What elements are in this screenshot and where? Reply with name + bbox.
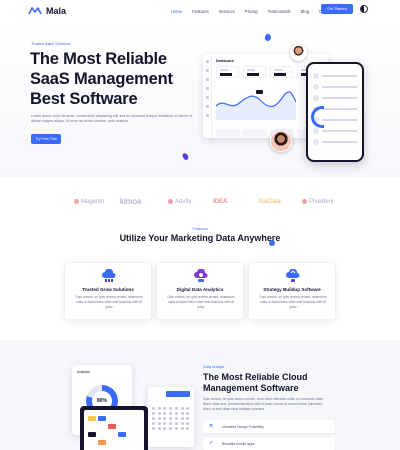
nav-item-testimonials[interactable]: Testimonials: [268, 9, 291, 14]
mockup-button: [166, 391, 190, 397]
feature-card-desc: Duis cursus, mi quis viverra ornare, ana…: [167, 295, 235, 309]
top-nav: Mala Home Features Services Pricing Test…: [0, 0, 400, 22]
feature-card: Trusted Grow Solutions Duis cursus, mi q…: [64, 262, 152, 320]
nav-item-home[interactable]: Home: [171, 9, 182, 14]
line-chart-graphic: [216, 90, 296, 120]
brand-logo: Magento: [74, 199, 104, 205]
brand-logo: IDEA: [213, 199, 228, 205]
dashboard-title: Dashboard: [216, 59, 234, 63]
nav-item-features[interactable]: Features: [192, 9, 209, 14]
about-eyebrow: Data Analyst: [203, 365, 225, 369]
hero-description: Lorem ipsum dolor sit amet, consectetur …: [31, 114, 193, 123]
decor-dot: [269, 240, 275, 246]
nav-item-pricing[interactable]: Pricing: [245, 9, 258, 14]
main-menu: Home Features Services Pricing Testimoni…: [171, 9, 333, 14]
brand-logo: Advity: [168, 199, 191, 205]
avatar: [290, 44, 307, 61]
get-started-button[interactable]: Get Started: [321, 4, 353, 14]
hero-title-line: Best Software: [30, 90, 138, 108]
list-item: ✕ Unlimited Design Possibility: [203, 420, 335, 433]
feature-card: Strategy Buildup Software Duis cursus, m…: [248, 262, 336, 320]
close-icon: ✕: [209, 423, 214, 429]
features-title: Utilize Your Marketing Data Anywhere: [119, 233, 281, 243]
avatar: [270, 130, 292, 152]
nav-item-blog[interactable]: Blog: [301, 9, 309, 14]
list-item-label: Beautiful mobile apps: [222, 441, 255, 446]
mockup-label: Analytics: [77, 370, 90, 374]
stat-card: [243, 66, 266, 78]
free-trial-button[interactable]: Try Free Trial: [31, 134, 61, 144]
about-title: The Most Reliable Cloud Management Softw…: [203, 372, 308, 393]
feature-card-title: Strategy Buildup Software: [263, 287, 321, 292]
check-icon: ✓: [209, 440, 214, 446]
donut-value: 80%: [96, 398, 107, 404]
calendar-mockup: [148, 387, 194, 447]
decor-blob: [181, 152, 190, 161]
about-description: Duis cursus, mi quis viverra ornare, ero…: [203, 397, 324, 411]
cloud-icon: [102, 269, 116, 282]
list-item: ✓ Beautiful mobile apps: [203, 437, 335, 450]
brand-logo: AskData: [258, 199, 281, 205]
hero-title: The Most Reliable SaaS Management Best S…: [30, 49, 210, 109]
features-eyebrow: Features: [192, 227, 208, 231]
brand-logos: Magento kimoa Advity IDEA AskData Pixeld…: [0, 190, 400, 220]
strategy-icon: [286, 269, 300, 282]
feature-card-title: Digital Data Analytics: [176, 287, 224, 292]
feature-card: Digital Data Analytics Duis cursus, mi q…: [156, 262, 244, 320]
stat-card: [216, 66, 239, 78]
list-item-label: Unlimited Design Possibility: [222, 424, 264, 429]
logo[interactable]: Mala: [28, 6, 66, 16]
stat-card: [270, 66, 293, 78]
feature-card-title: Trusted Grow Solutions: [82, 287, 134, 292]
brand-logo: Pixeldeni: [302, 199, 333, 205]
nav-item-services[interactable]: Services: [219, 9, 235, 14]
about-section: Analytics 80% Data Analyst The Most Reli…: [0, 340, 400, 450]
dashboard-sidebar: [203, 54, 212, 138]
logo-text: Mala: [46, 6, 67, 16]
feature-card-desc: Duis cursus, mi quis viverra ornare, ana…: [75, 295, 143, 309]
hero-title-line: SaaS Management: [30, 70, 173, 88]
theme-toggle-icon[interactable]: [360, 5, 368, 13]
hero-eyebrow: Trusted SaaS Solutions: [31, 42, 71, 46]
brand-logo: kimoa: [120, 197, 142, 206]
tablet-mockup: [80, 406, 148, 450]
analytics-icon: [194, 269, 208, 282]
tablet-screen: [84, 410, 144, 450]
logo-icon: [28, 7, 42, 15]
hero-section: Trusted SaaS Solutions The Most Reliable…: [0, 22, 400, 177]
decor-blob: [263, 33, 273, 42]
calendar-grid: [152, 407, 190, 430]
feature-card-desc: Duis cursus, mi quis viverra ornare, ana…: [259, 295, 327, 309]
hero-title-line: The Most Reliable: [30, 50, 167, 68]
